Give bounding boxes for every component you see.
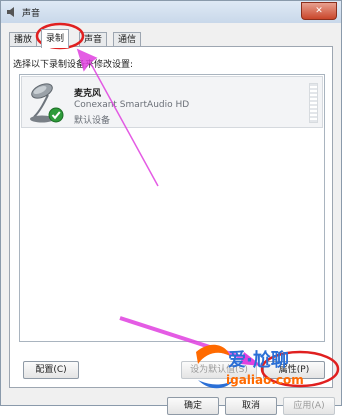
input-level-meter <box>309 83 318 123</box>
device-description: Conexant SmartAudio HD <box>74 100 190 110</box>
device-status: 默认设备 <box>74 116 111 126</box>
device-item-microphone[interactable]: 麦克风 Conexant SmartAudio HD 默认设备 <box>21 76 323 128</box>
instruction-text: 选择以下录制设备来修改设置: <box>13 60 134 70</box>
close-button[interactable]: ✕ <box>301 2 337 20</box>
title-bar: 声音 ✕ <box>1 1 341 23</box>
device-name: 麦克风 <box>74 89 102 99</box>
ok-button[interactable]: 确定 <box>167 397 219 415</box>
watermark-url: igaliao.com <box>226 373 304 387</box>
speaker-icon <box>7 7 14 17</box>
sound-dialog: 声音 ✕ 播放 录制 声音 通信 选择以下录制设备来修改设置: 麦克风 Cone… <box>0 0 342 415</box>
cancel-button[interactable]: 取消 <box>225 397 277 415</box>
tab-communications[interactable]: 通信 <box>113 32 142 47</box>
apply-button[interactable]: 应用(A) <box>283 397 335 415</box>
tab-recording[interactable]: 录制 <box>41 29 70 48</box>
microphone-icon <box>30 83 64 123</box>
watermark-brand: 爱·尬聊 <box>228 350 289 371</box>
tab-playback[interactable]: 播放 <box>9 32 38 47</box>
configure-button[interactable]: 配置(C) <box>23 361 79 379</box>
window-title: 声音 <box>22 9 41 19</box>
check-icon <box>48 107 64 123</box>
tab-sounds[interactable]: 声音 <box>79 32 108 47</box>
device-list[interactable]: 麦克风 Conexant SmartAudio HD 默认设备 <box>19 74 325 342</box>
